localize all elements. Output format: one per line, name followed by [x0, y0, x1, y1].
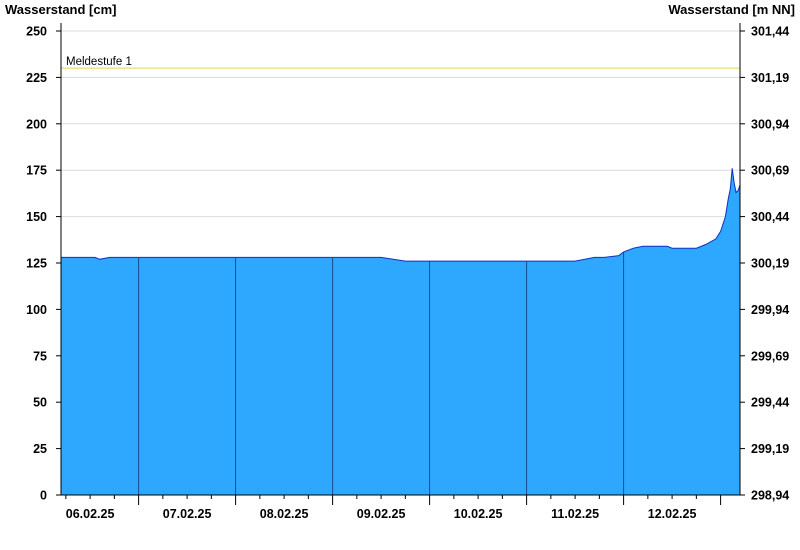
y2-tick-label: 300,94: [751, 117, 789, 131]
right-axis-title: Wasserstand [m NN]: [668, 2, 795, 17]
y2-tick-label: 299,94: [751, 303, 789, 317]
x-tick-label: 08.02.25: [260, 507, 309, 521]
x-axis-ticks: 06.02.25 07.02.25 08.02.25 09.02.25 10.02.25…: [65, 495, 722, 521]
y-tick-label: 50: [33, 396, 47, 410]
y-tick-label: 0: [40, 489, 47, 503]
y-tick-label: 75: [33, 349, 47, 363]
y-tick-label: 250: [26, 25, 47, 39]
x-tick-label: 06.02.25: [66, 507, 115, 521]
area-outline: [61, 168, 741, 262]
left-axis-title: Wasserstand [cm]: [5, 2, 117, 17]
y2-tick-label: 298,94: [751, 489, 789, 503]
y-tick-label: 200: [26, 117, 47, 131]
y-tick-label: 125: [26, 257, 47, 271]
y2-tick-label: 299,19: [751, 442, 789, 456]
water-level-area: [61, 168, 741, 496]
y-axis-ticks: 0 25 50 75 100 125 150 175 200 225 250: [26, 25, 61, 503]
x-tick-label: 11.02.25: [551, 507, 599, 521]
y2-axis-ticks: 298,94 299,19 299,44 299,69 299,94 300,19 300,…: [740, 25, 789, 503]
x-tick-label: 07.02.25: [163, 507, 212, 521]
y-tick-label: 150: [26, 210, 47, 224]
y-tick-label: 100: [26, 303, 47, 317]
y2-tick-label: 300,19: [751, 257, 789, 271]
y2-tick-label: 301,19: [751, 71, 789, 85]
y-tick-label: 25: [33, 442, 47, 456]
x-tick-label: 10.02.25: [454, 507, 503, 521]
y-tick-label: 175: [26, 164, 47, 178]
area-fill: [61, 168, 740, 496]
y2-tick-label: 300,44: [751, 210, 789, 224]
y2-tick-label: 300,69: [751, 164, 789, 178]
x-tick-label: 09.02.25: [357, 507, 406, 521]
threshold-line-group: Meldestufe 1: [61, 56, 740, 69]
y2-tick-label: 299,44: [751, 396, 789, 410]
water-level-chart: Wasserstand [cm] Wasserstand [m NN] Meld…: [5, 2, 795, 521]
threshold-label: Meldestufe 1: [66, 56, 132, 68]
y-tick-label: 225: [26, 71, 47, 85]
y2-tick-label: 299,69: [751, 349, 789, 363]
y2-tick-label: 301,44: [751, 25, 789, 39]
x-tick-label: 12.02.25: [648, 507, 697, 521]
